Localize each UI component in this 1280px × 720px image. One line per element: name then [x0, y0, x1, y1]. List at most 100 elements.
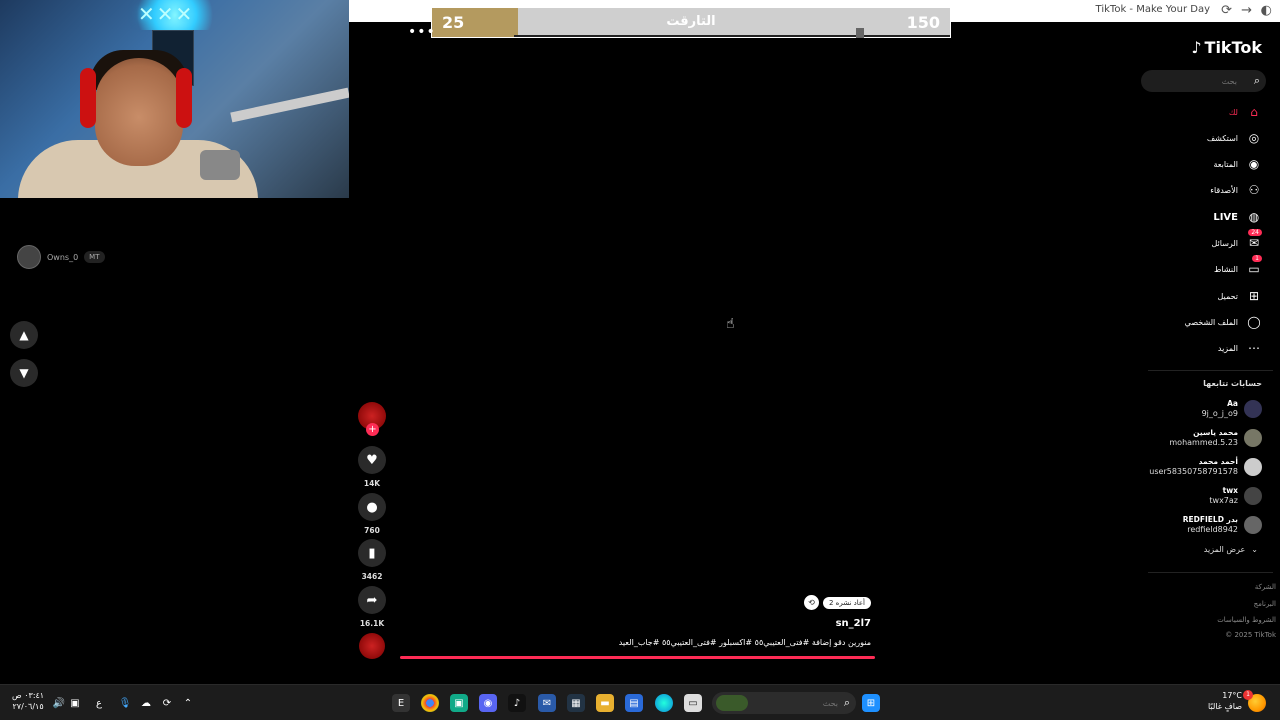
like-button[interactable]: ♥ — [358, 446, 386, 474]
chrome-icon[interactable] — [421, 694, 439, 712]
notepad-icon[interactable]: ▭ — [684, 694, 702, 712]
nav-label: الملف الشخصي — [1184, 317, 1238, 327]
like-count: 14K — [363, 479, 381, 488]
compass-icon: ◎ — [1248, 131, 1260, 145]
footer-terms-link[interactable]: الشروط والسياسات — [1217, 616, 1276, 624]
account-display-name: أحمد محمد — [1198, 457, 1238, 466]
account-item[interactable]: twx twx7az — [1209, 485, 1262, 507]
account-username: twx7az — [1209, 496, 1238, 505]
nav-upload[interactable]: تحميل ⊞ — [1218, 287, 1263, 305]
windows-start-icon[interactable]: ⊞ — [862, 694, 880, 712]
microphone-icon[interactable]: 🎙 — [116, 694, 134, 712]
microphone — [200, 150, 240, 180]
display-icon[interactable]: ▣ — [66, 694, 84, 712]
streamer-face — [95, 58, 183, 166]
video-progress-bar[interactable] — [400, 656, 875, 659]
nav-friends[interactable]: الأصدقاء ⚇ — [1210, 181, 1262, 199]
file-explorer-icon[interactable]: ▬ — [596, 694, 614, 712]
search-icon[interactable]: ⌕ — [1254, 74, 1260, 88]
search-input[interactable] — [1141, 70, 1241, 92]
language-indicator[interactable]: ع — [90, 694, 108, 712]
account-item[interactable]: أحمد محمد user58350758791578 — [1149, 456, 1262, 478]
tiktok-logo[interactable]: ♪ TikTok — [1191, 38, 1262, 57]
account-display-name: محمد ياسين — [1193, 428, 1238, 437]
messages-icon: ✉ — [1248, 236, 1260, 250]
epic-games-icon[interactable]: E — [392, 694, 410, 712]
nav-for-you[interactable]: لك ⌂ — [1229, 103, 1262, 121]
comment-count: 760 — [364, 526, 380, 535]
search-highlight-icon — [716, 695, 748, 711]
neon-sign: ✕✕✕ — [138, 2, 195, 26]
avatar — [1244, 400, 1262, 418]
nav-explore[interactable]: استكشف ◎ — [1207, 129, 1262, 147]
footer-program-link[interactable]: البرنامج — [1254, 600, 1276, 608]
comment-button[interactable]: ● — [358, 493, 386, 521]
repost-chip[interactable]: ⟲ 2 أعاد نشره — [803, 595, 871, 610]
taskbar-clock[interactable]: ٠٣:٤١ ص ٢٧/٠٦/١٥ — [12, 690, 44, 712]
tiktok-app-icon[interactable]: ♪ — [508, 694, 526, 712]
nav-activity[interactable]: النشاط ▭ 1 — [1213, 255, 1262, 278]
screen: ✕✕✕ TikTok - Make Your Day ⟳ → ◐ 25 التا… — [0, 0, 1280, 720]
store-icon[interactable]: ▦ — [567, 694, 585, 712]
account-username: 9j_o_j_o9 — [1201, 409, 1238, 418]
music-disc[interactable] — [359, 633, 385, 659]
video-author[interactable]: sn_2l7 — [836, 618, 871, 629]
nav-more[interactable]: المزيد ⋯ — [1218, 339, 1262, 357]
nav-label: النشاط — [1213, 264, 1238, 274]
refresh-icon[interactable]: ⟳ — [1221, 3, 1232, 18]
bookmark-icon: ▮ — [368, 545, 376, 561]
account-username: redfield8942 — [1187, 525, 1238, 534]
nav-messages[interactable]: الرسائل ✉ 24 — [1212, 229, 1262, 252]
friends-icon: ⚇ — [1248, 183, 1260, 197]
window-title: TikTok - Make Your Day — [1095, 4, 1210, 15]
right-sidebar: ♪ TikTok ⌕ لك ⌂ استكشف ◎ المتابعة ◉ الأص… — [1140, 30, 1280, 680]
taskbar-search-input[interactable] — [752, 692, 838, 714]
search-box[interactable]: ⌕ — [1141, 70, 1266, 92]
footer-company-link[interactable]: الشركة — [1255, 583, 1276, 591]
streamer-tag: MT — [84, 251, 105, 263]
outlook-icon[interactable]: ✉ — [538, 694, 556, 712]
forward-icon[interactable]: → — [1241, 3, 1252, 18]
weather-desc: صافٍ غالبًا — [1208, 702, 1242, 711]
account-item[interactable]: REDFIELD بدر redfield8942 — [1183, 514, 1262, 536]
nav-label: استكشف — [1206, 133, 1238, 143]
nav-profile[interactable]: الملف الشخصي ◯ — [1185, 313, 1262, 331]
account-display-name: REDFIELD بدر — [1182, 515, 1238, 524]
clock-time: ٠٣:٤١ ص — [12, 691, 45, 700]
plus-icon[interactable]: + — [366, 423, 379, 436]
sidebar-divider — [1148, 370, 1273, 371]
account-display-name: Aa — [1227, 399, 1238, 408]
mail-app-icon[interactable]: ▤ — [625, 694, 643, 712]
discord-icon[interactable]: ◉ — [479, 694, 497, 712]
see-more-label: عرض المزيد — [1203, 545, 1246, 554]
nav-following[interactable]: المتابعة ◉ — [1213, 155, 1262, 173]
nav-label: المزيد — [1217, 343, 1238, 353]
headset-right — [176, 68, 192, 128]
xbox-app-icon[interactable]: ▣ — [450, 694, 468, 712]
see-more-link[interactable]: عرض المزيد ⌄ — [1204, 545, 1258, 554]
cloud-icon[interactable]: ☁ — [137, 694, 155, 712]
account-username: user58350758791578 — [1149, 467, 1238, 476]
account-item[interactable]: Aa 9j_o_j_o9 — [1202, 398, 1262, 420]
weather-widget[interactable]: 17°C صافٍ غالبًا — [1208, 690, 1242, 712]
chevron-up-icon[interactable]: ⌃ — [179, 694, 197, 712]
previous-video-button[interactable]: ▲ — [10, 321, 38, 349]
account-item[interactable]: محمد ياسين mohammed.5.23 — [1169, 427, 1262, 449]
nav-live[interactable]: LIVE ◍ — [1213, 208, 1262, 226]
nav-label: لك — [1228, 107, 1238, 117]
save-button[interactable]: ▮ — [358, 539, 386, 567]
taskbar-search[interactable]: ⌕ — [712, 692, 856, 714]
nav-label: تحميل — [1217, 291, 1239, 301]
following-accounts-title: حسابات تتابعها — [1203, 379, 1262, 388]
windows-taskbar: ٠٣:٤١ ص ٢٧/٠٦/١٥ 🔊 ▣ ع 🎙 ☁ ⟳ ⌃ E ▣ ◉ ♪ ✉… — [0, 684, 1280, 720]
nav-label: المتابعة — [1213, 159, 1238, 169]
edge-icon[interactable] — [655, 694, 673, 712]
share-button[interactable]: ➦ — [358, 586, 386, 614]
sync-icon[interactable]: ⟳ — [158, 694, 176, 712]
next-video-button[interactable]: ▼ — [10, 359, 38, 387]
target-progress-bar: 25 التارقت 150 — [431, 7, 951, 38]
activity-badge: 1 — [1252, 255, 1262, 262]
share-count: 16.1K — [359, 619, 385, 628]
extension-icon[interactable]: ◐ — [1261, 3, 1272, 18]
more-options-icon[interactable]: ••• — [408, 24, 436, 40]
